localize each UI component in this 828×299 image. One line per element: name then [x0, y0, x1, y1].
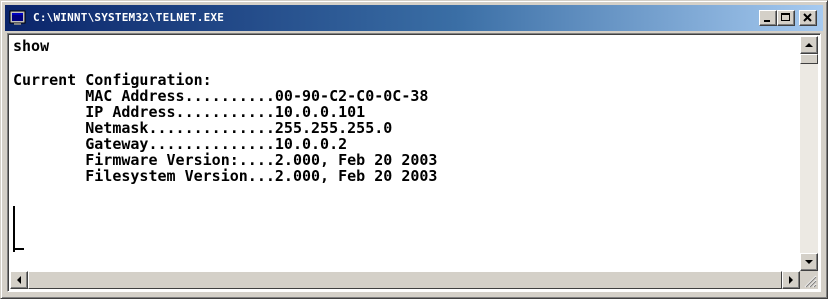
scroll-down-button[interactable]: [800, 253, 818, 271]
vertical-scroll-thumb[interactable]: [800, 54, 818, 64]
scroll-left-button[interactable]: [10, 271, 28, 289]
resize-grip-icon: [804, 275, 817, 288]
console-client-area: show Current Configuration: MAC Address.…: [7, 33, 821, 292]
maximize-button[interactable]: [777, 10, 795, 26]
console-line-command: show: [13, 37, 50, 55]
console-window-icon[interactable]: [9, 10, 27, 26]
horizontal-scroll-thumb[interactable]: [28, 271, 782, 289]
console-line-firmware-version: Firmware Version:....2.000, Feb 20 2003: [13, 151, 438, 169]
close-icon: [803, 13, 812, 22]
console-line-gateway: Gateway..............10.0.0.2: [13, 135, 348, 153]
telnet-window: C:\WINNT\SYSTEM32\TELNET.EXE show Curren…: [0, 0, 828, 299]
window-title: C:\WINNT\SYSTEM32\TELNET.EXE: [33, 11, 225, 24]
console-left-marker: [13, 206, 15, 252]
scroll-left-arrow-icon: [17, 276, 21, 284]
horizontal-scrollbar[interactable]: [10, 271, 800, 289]
scroll-right-button[interactable]: [782, 271, 800, 289]
console-line-heading: Current Configuration:: [13, 71, 212, 89]
scroll-right-arrow-icon: [789, 276, 793, 284]
console-line-mac-address: MAC Address..........00-90-C2-C0-0C-38: [13, 87, 429, 105]
close-button[interactable]: [799, 10, 817, 26]
scroll-down-arrow-icon: [805, 260, 813, 264]
scroll-up-button[interactable]: [800, 36, 818, 54]
text-cursor: [14, 248, 24, 250]
minimize-icon: [764, 20, 770, 22]
maximize-icon: [781, 13, 790, 21]
minimize-button[interactable]: [759, 10, 777, 26]
scroll-up-arrow-icon: [805, 43, 813, 47]
title-bar[interactable]: C:\WINNT\SYSTEM32\TELNET.EXE: [5, 5, 823, 31]
console-line-ip-address: IP Address...........10.0.0.101: [13, 103, 366, 121]
console-line-netmask: Netmask..............255.255.255.0: [13, 119, 393, 137]
resize-grip[interactable]: [800, 271, 818, 289]
console-line-filesystem-version: Filesystem Version...2.000, Feb 20 2003: [13, 167, 438, 185]
console-output[interactable]: show Current Configuration: MAC Address.…: [10, 36, 800, 271]
vertical-scrollbar[interactable]: [800, 36, 818, 271]
